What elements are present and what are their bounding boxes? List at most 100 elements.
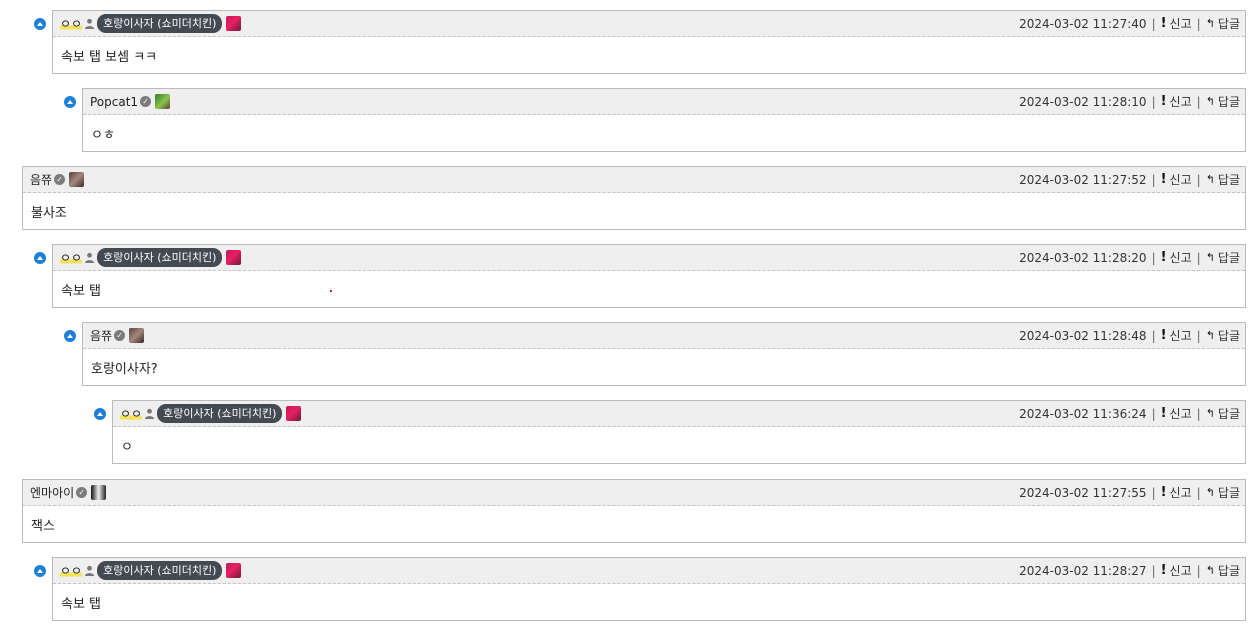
verified-check-icon: ✓ <box>140 96 152 107</box>
comment-author[interactable]: ㅇㅇ <box>60 249 83 266</box>
red-dot <box>330 290 332 292</box>
avatar <box>91 485 107 500</box>
report-button[interactable]: ! 신고 <box>1161 15 1192 32</box>
report-button[interactable]: ! 신고 <box>1161 327 1192 344</box>
report-label: 신고 <box>1169 173 1192 187</box>
comment-item: 엔마아이 ✓ 2024-03-02 11:27:55 | ! 신고 | ↰ 답글 잭… <box>22 479 1246 543</box>
comment-item: ㅇㅇ 호랑이사자 (쇼미더치킨) 2024-03-02 11:28:27 | !… <box>52 557 1246 621</box>
report-button[interactable]: ! 신고 <box>1161 405 1192 422</box>
divider: | <box>1196 250 1201 265</box>
reply-button[interactable]: ↰ 답글 <box>1206 484 1240 501</box>
reply-button[interactable]: ↰ 답글 <box>1206 93 1240 110</box>
report-label: 신고 <box>1169 564 1192 578</box>
comment-meta: 2024-03-02 11:27:40 | ! 신고 | ↰ 답글 <box>1019 11 1240 36</box>
comment-body: 호랑이사자? <box>91 361 158 377</box>
collapse-toggle-icon[interactable] <box>64 330 76 342</box>
comment-body: ㅇㅎ <box>91 127 115 143</box>
avatar <box>129 328 145 343</box>
comment-author[interactable]: ㅇㅇ <box>60 562 83 579</box>
report-label: 신고 <box>1169 486 1192 500</box>
avatar <box>226 250 242 265</box>
report-button[interactable]: ! 신고 <box>1161 484 1192 501</box>
divider: | <box>1196 94 1201 109</box>
reply-arrow-icon: ↰ <box>1205 95 1215 108</box>
report-label: 신고 <box>1169 251 1192 265</box>
exclamation-icon: ! <box>1160 250 1167 265</box>
report-label: 신고 <box>1169 329 1192 343</box>
reply-label: 답글 <box>1217 251 1240 265</box>
comment-author[interactable]: ㅇㅇ <box>120 405 143 422</box>
avatar <box>69 172 85 187</box>
user-badge: 호랑이사자 (쇼미더치킨) <box>157 404 283 423</box>
comment-item: ㅇㅇ 호랑이사자 (쇼미더치킨) 2024-03-02 11:28:20 | !… <box>52 244 1246 308</box>
divider: | <box>1151 16 1156 31</box>
exclamation-icon: ! <box>1160 406 1167 421</box>
avatar <box>226 563 242 578</box>
reply-arrow-icon: ↰ <box>1205 329 1215 342</box>
divider: | <box>1151 328 1156 343</box>
reply-arrow-icon: ↰ <box>1205 251 1215 264</box>
comment-header: ㅇㅇ 호랑이사자 (쇼미더치킨) 2024-03-02 11:27:40 | !… <box>53 11 1245 37</box>
comment-header: ㅇㅇ 호랑이사자 (쇼미더치킨) 2024-03-02 11:28:27 | !… <box>53 558 1245 584</box>
user-badge: 호랑이사자 (쇼미더치킨) <box>97 561 223 580</box>
comment-time: 2024-03-02 11:36:24 <box>1019 406 1147 421</box>
verified-check-icon: ✓ <box>114 330 126 341</box>
comment-header: 음쮸 ✓ 2024-03-02 11:27:52 | ! 신고 | ↰ 답글 <box>23 167 1245 193</box>
comment-time: 2024-03-02 11:28:48 <box>1019 328 1147 343</box>
comment-item: 음쮸 ✓ 2024-03-02 11:27:52 | ! 신고 | ↰ 답글 불사조 <box>22 166 1246 230</box>
comment-body: 속보 탭 <box>61 283 102 299</box>
comment-meta: 2024-03-02 11:27:52 | ! 신고 | ↰ 답글 <box>1019 167 1240 192</box>
comment-meta: 2024-03-02 11:28:27 | ! 신고 | ↰ 답글 <box>1019 558 1240 583</box>
user-icon <box>84 18 95 29</box>
avatar <box>286 406 302 421</box>
reply-button[interactable]: ↰ 답글 <box>1206 405 1240 422</box>
report-button[interactable]: ! 신고 <box>1161 171 1192 188</box>
comment-meta: 2024-03-02 11:36:24 | ! 신고 | ↰ 답글 <box>1019 401 1240 426</box>
reply-button[interactable]: ↰ 답글 <box>1206 249 1240 266</box>
divider: | <box>1196 563 1201 578</box>
reply-arrow-icon: ↰ <box>1205 486 1215 499</box>
comment-header: 음쮸 ✓ 2024-03-02 11:28:48 | ! 신고 | ↰ 답글 <box>83 323 1245 349</box>
avatar <box>155 94 171 109</box>
collapse-toggle-icon[interactable] <box>34 18 46 30</box>
exclamation-icon: ! <box>1160 328 1167 343</box>
exclamation-icon: ! <box>1160 563 1167 578</box>
comment-body: ㅇ <box>121 439 133 455</box>
comment-time: 2024-03-02 11:27:40 <box>1019 16 1147 31</box>
comment-author[interactable]: 음쮸 <box>90 327 112 344</box>
comment-body: 속보 탭 보셈 ㅋㅋ <box>61 49 158 65</box>
user-icon <box>84 252 95 263</box>
comment-author[interactable]: ㅇㅇ <box>60 15 83 32</box>
reply-button[interactable]: ↰ 답글 <box>1206 327 1240 344</box>
collapse-toggle-icon[interactable] <box>34 565 46 577</box>
report-button[interactable]: ! 신고 <box>1161 562 1192 579</box>
report-button[interactable]: ! 신고 <box>1161 93 1192 110</box>
comment-meta: 2024-03-02 11:28:48 | ! 신고 | ↰ 답글 <box>1019 323 1240 348</box>
report-label: 신고 <box>1169 95 1192 109</box>
comment-author[interactable]: 음쮸 <box>30 171 52 188</box>
reply-button[interactable]: ↰ 답글 <box>1206 171 1240 188</box>
reply-arrow-icon: ↰ <box>1205 407 1215 420</box>
divider: | <box>1151 94 1156 109</box>
comment-time: 2024-03-02 11:28:27 <box>1019 563 1147 578</box>
collapse-toggle-icon[interactable] <box>34 252 46 264</box>
report-button[interactable]: ! 신고 <box>1161 249 1192 266</box>
comment-body: 잭스 <box>31 518 55 534</box>
comment-author[interactable]: 엔마아이 <box>30 484 74 501</box>
comment-meta: 2024-03-02 11:28:10 | ! 신고 | ↰ 답글 <box>1019 89 1240 114</box>
comment-time: 2024-03-02 11:28:20 <box>1019 250 1147 265</box>
exclamation-icon: ! <box>1160 485 1167 500</box>
reply-button[interactable]: ↰ 답글 <box>1206 562 1240 579</box>
report-label: 신고 <box>1169 17 1192 31</box>
reply-button[interactable]: ↰ 답글 <box>1206 15 1240 32</box>
collapse-toggle-icon[interactable] <box>64 96 76 108</box>
collapse-toggle-icon[interactable] <box>94 408 106 420</box>
comment-time: 2024-03-02 11:28:10 <box>1019 94 1147 109</box>
comment-author[interactable]: Popcat1 <box>90 95 138 109</box>
exclamation-icon: ! <box>1160 16 1167 31</box>
report-label: 신고 <box>1169 407 1192 421</box>
comment-time: 2024-03-02 11:27:52 <box>1019 172 1147 187</box>
user-badge: 호랑이사자 (쇼미더치킨) <box>97 14 223 33</box>
comment-item: Popcat1 ✓ 2024-03-02 11:28:10 | ! 신고 | ↰ 답… <box>82 88 1246 152</box>
verified-check-icon: ✓ <box>54 174 66 185</box>
